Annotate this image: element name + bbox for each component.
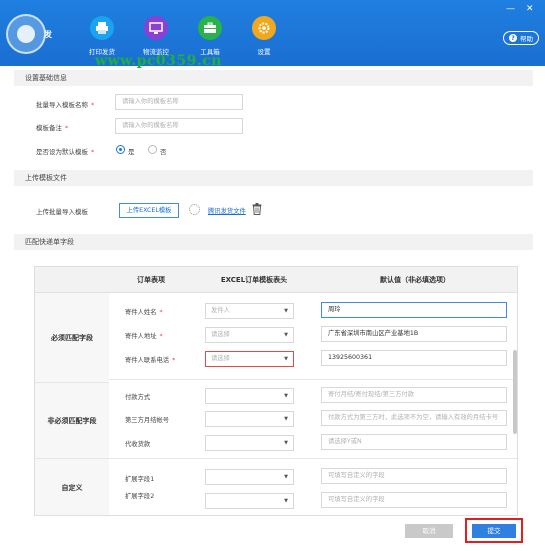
- toolbox-icon: [198, 16, 222, 40]
- upload-excel-button[interactable]: 上传EXCEL模板: [119, 203, 179, 218]
- template-note-label: 模板备注 *: [36, 124, 69, 132]
- template-name-input[interactable]: 请输入你的模板名称: [115, 94, 243, 110]
- loading-icon: [189, 204, 200, 215]
- default-yes-label: 是: [128, 148, 135, 156]
- help-label: 帮助: [520, 35, 533, 43]
- table-header: 订单表项 EXCEL订单模板表头 默认值（非必填选项）: [35, 267, 517, 293]
- default-yes-radio[interactable]: [116, 145, 125, 154]
- minimize-button[interactable]: —: [506, 4, 515, 14]
- row-label: 扩展字段2: [125, 493, 155, 500]
- field-select[interactable]: ▼: [205, 411, 294, 427]
- row-label: 寄件人姓名 *: [125, 309, 163, 316]
- row-label: 第三方月结帐号: [125, 417, 170, 424]
- submit-button[interactable]: 提交: [472, 524, 516, 538]
- section-upload: 上传模板文件: [14, 170, 533, 186]
- field-select[interactable]: 请选择 ▼: [205, 327, 294, 343]
- row-label: 代收货款: [125, 441, 151, 448]
- field-select[interactable]: 发件人 ▼: [205, 303, 294, 319]
- top-bar: 发 打印发货 物流监控 工具箱 设置 — ✕ ? 帮助: [0, 0, 545, 66]
- group-custom-fields: 自定义: [35, 459, 109, 515]
- monitor-icon: [144, 16, 168, 40]
- row-label: 寄件人联系电话 *: [125, 357, 176, 364]
- close-button[interactable]: ✕: [526, 4, 534, 14]
- app-logo: [6, 14, 46, 54]
- field-select[interactable]: ▼: [205, 435, 294, 451]
- watermark: www.pc0359.cn: [95, 53, 222, 69]
- gear-icon: [252, 16, 276, 40]
- default-value-input[interactable]: 可填写自定义的字段: [321, 492, 507, 508]
- default-no-label: 否: [160, 148, 167, 156]
- app-logo-text: 发: [44, 30, 52, 39]
- default-template-label: 是否设为默认模板 *: [36, 148, 95, 156]
- submit-highlight: 提交: [465, 518, 523, 543]
- default-value-input[interactable]: 13925600361: [321, 350, 507, 366]
- cancel-button[interactable]: 取消: [405, 524, 453, 538]
- header-excel-column: EXCEL订单模板表头: [220, 276, 288, 284]
- default-value-input[interactable]: 付款方式为第三方时，此选项不为空，请输入有效的月结卡号: [321, 410, 507, 426]
- header-order-item: 订单表项: [137, 276, 165, 284]
- group-divider: [109, 379, 517, 380]
- trash-icon[interactable]: [252, 203, 262, 215]
- field-select[interactable]: ▼: [205, 493, 294, 509]
- help-button[interactable]: ? 帮助: [503, 31, 539, 45]
- mapping-table: 订单表项 EXCEL订单模板表头 默认值（非必填选项） 必须匹配字段 寄件人姓名…: [34, 266, 518, 516]
- template-name-label: 批量导入模板名称 *: [36, 101, 95, 109]
- header-default-value: 默认值（非必填选项）: [380, 276, 450, 284]
- row-label: 寄件人地址 *: [125, 333, 163, 340]
- default-value-input[interactable]: 周玲: [321, 302, 507, 318]
- row-label: 扩展字段1: [125, 476, 155, 483]
- field-select[interactable]: ▼: [205, 388, 294, 404]
- vertical-scrollbar[interactable]: [513, 350, 517, 434]
- group-optional-fields: 非必须匹配字段: [35, 383, 109, 459]
- row-label: 付款方式: [125, 394, 151, 401]
- print-icon: [90, 16, 114, 40]
- default-value-input[interactable]: 寄付月结/寄付现结/第三方付款: [321, 387, 507, 403]
- field-select[interactable]: ▼: [205, 469, 294, 485]
- nav-label: 设置: [257, 48, 271, 56]
- default-value-input[interactable]: 可填写自定义的字段: [321, 468, 507, 484]
- group-divider: [109, 458, 517, 459]
- default-value-input[interactable]: 广东省深圳市南山区产业基地1B: [321, 326, 507, 342]
- default-value-input[interactable]: 请选择Y或N: [321, 434, 507, 450]
- nav-settings[interactable]: 设置: [244, 16, 284, 60]
- section-mapping: 匹配快递单字段: [14, 234, 533, 250]
- group-required-fields: 必须匹配字段: [35, 293, 109, 383]
- field-select[interactable]: 请选择 ▼: [205, 351, 294, 367]
- template-note-input[interactable]: 请输入你的模板名称: [115, 118, 243, 134]
- question-icon: ?: [509, 34, 517, 42]
- upload-label: 上传批量导入模板: [36, 208, 88, 216]
- default-no-radio[interactable]: [148, 145, 157, 154]
- section-basic-info: 设置基础信息: [14, 70, 533, 86]
- template-file-link[interactable]: 腾讯发货文件: [208, 206, 246, 215]
